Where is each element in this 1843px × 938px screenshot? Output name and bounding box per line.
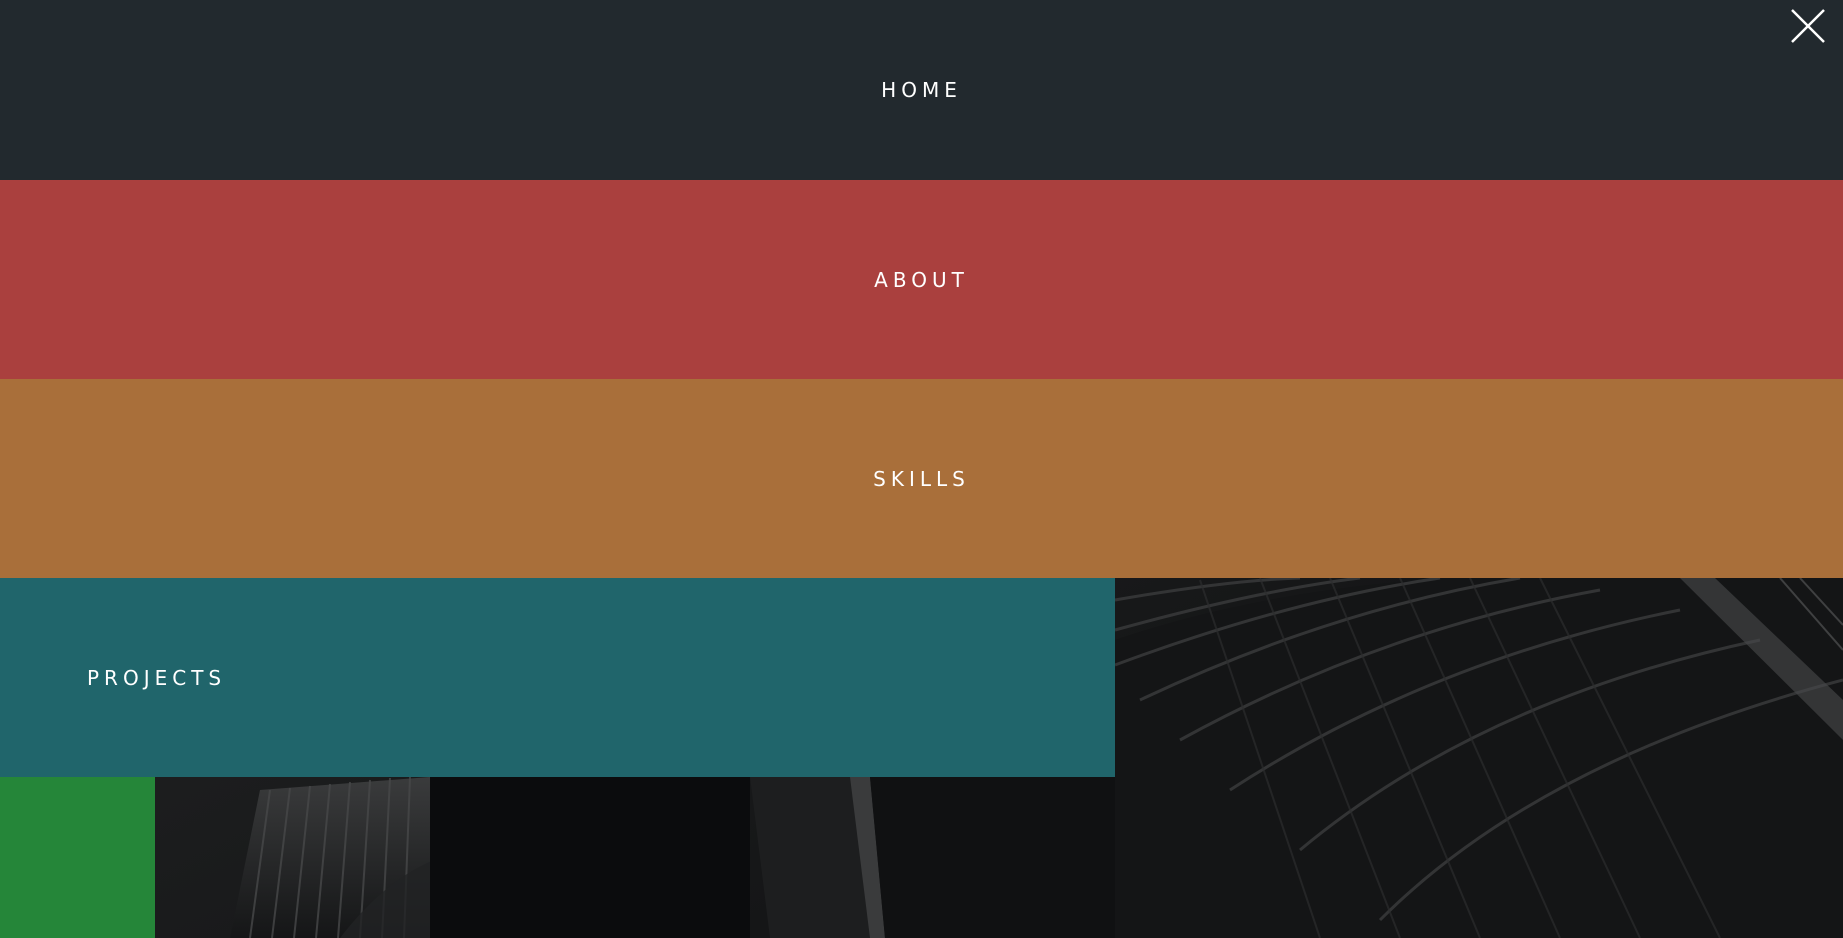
nav-item-contact[interactable]: [0, 777, 155, 938]
nav-item-label: PROJECTS: [87, 665, 227, 690]
close-menu-button[interactable]: [1790, 8, 1826, 44]
nav-item-label: ABOUT: [874, 267, 969, 292]
close-icon: [1791, 9, 1825, 43]
nav-item-label: HOME: [881, 78, 962, 102]
nav-item-about[interactable]: ABOUT: [0, 180, 1843, 379]
nav-item-skills[interactable]: SKILLS: [0, 379, 1843, 578]
nav-item-label: SKILLS: [873, 466, 970, 491]
nav-item-projects[interactable]: PROJECTS: [0, 578, 1115, 777]
menu-overlay: HOME ABOUT SKILLS PROJECTS: [0, 0, 1843, 938]
nav-item-home[interactable]: HOME: [0, 0, 1843, 180]
